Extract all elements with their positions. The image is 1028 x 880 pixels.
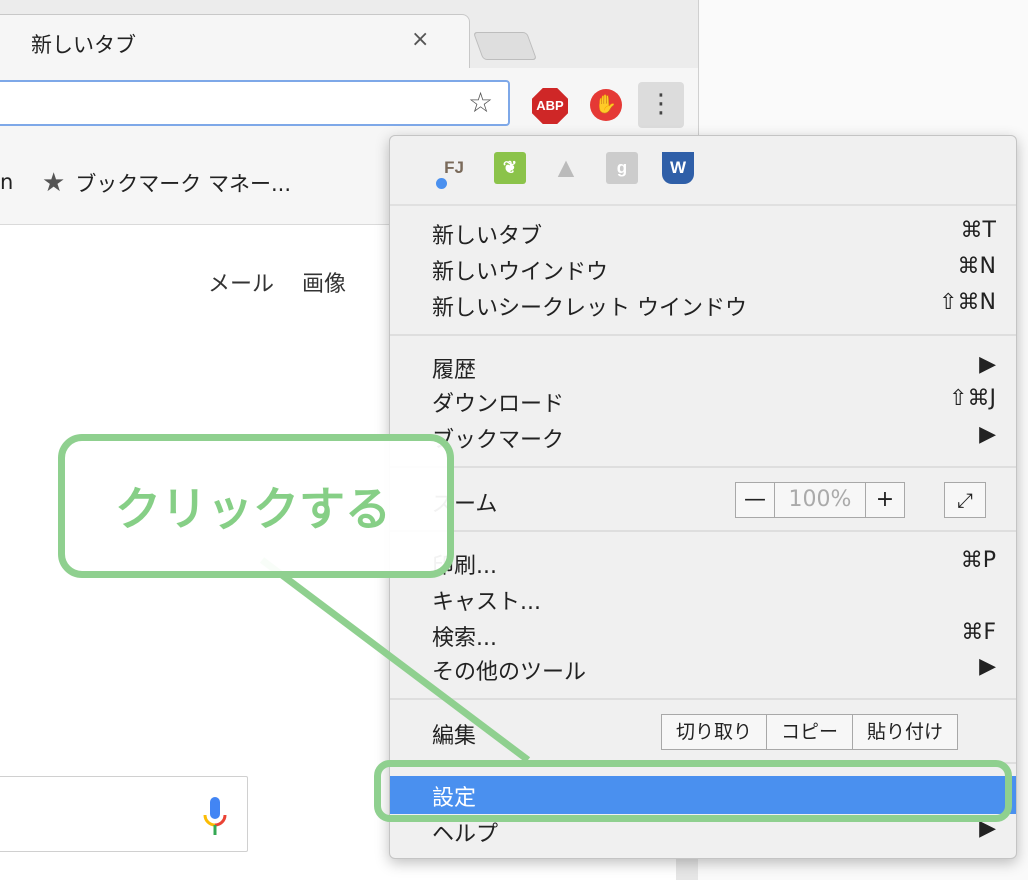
instruction-callout: クリックする	[58, 434, 454, 578]
settings-highlight-frame	[374, 760, 1012, 822]
callout-text: クリックする	[115, 482, 391, 536]
